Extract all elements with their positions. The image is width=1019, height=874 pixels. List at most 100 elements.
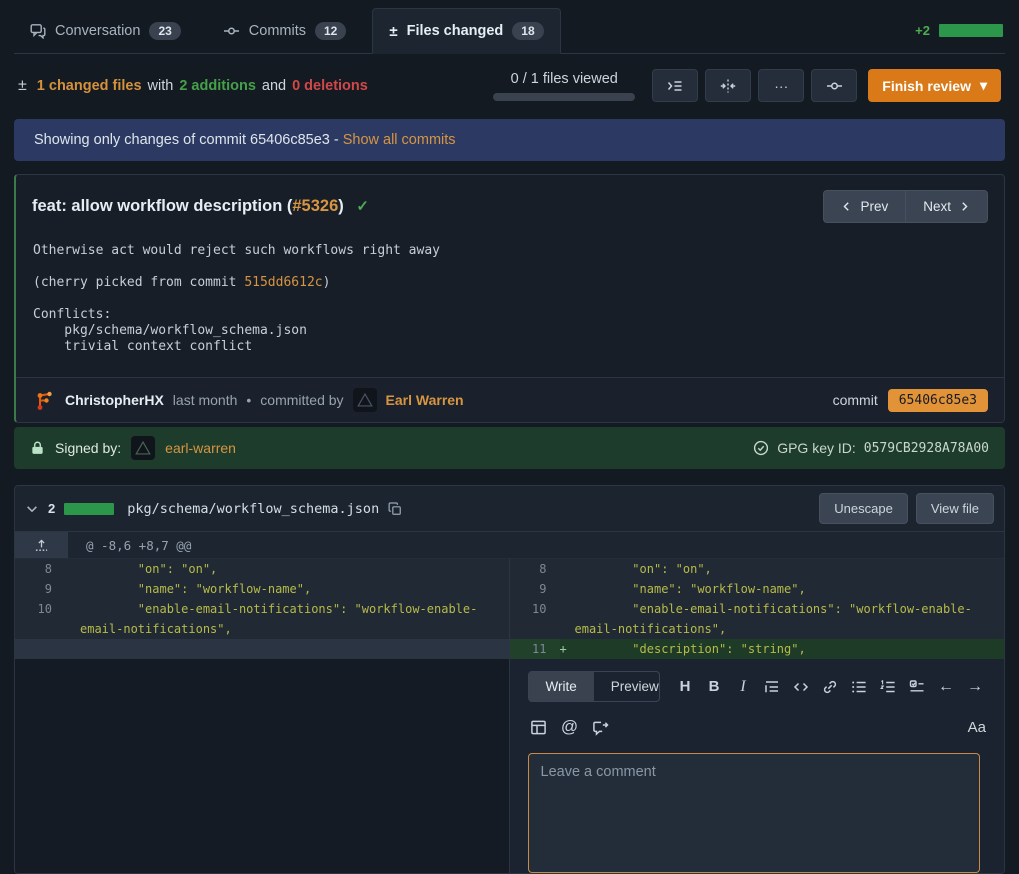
diff-cell-new: 10 "enable-email-notifications": "workfl… [510, 599, 1005, 639]
line-sign [65, 579, 80, 599]
finish-review-button[interactable]: Finish review ▾ [868, 69, 1001, 102]
verified-check-icon [753, 440, 769, 456]
diff-cell-old-empty [15, 639, 510, 659]
diff-toolbar: ± 1 changed files with 2 additions and 0… [14, 54, 1005, 119]
copy-path-icon[interactable] [388, 502, 402, 516]
hunk-header-text: @ -8,6 +8,7 @@ [68, 532, 191, 558]
chevron-down-icon[interactable] [25, 502, 39, 516]
signer-name-link[interactable]: earl-warren [165, 440, 236, 456]
diff-cell-old: 10 "enable-email-notifications": "workfl… [15, 599, 510, 639]
preview-tab[interactable]: Preview [594, 672, 660, 701]
unordered-list-icon[interactable] [848, 676, 870, 698]
diff-file-box: 2 pkg/schema/workflow_schema.json Unesca… [14, 485, 1005, 874]
committer-name[interactable]: Earl Warren [386, 392, 464, 408]
code-icon[interactable] [790, 676, 812, 698]
chevron-left-icon [841, 201, 852, 212]
font-toggle-icon[interactable]: Aa [968, 719, 986, 736]
line-number[interactable]: 10 [15, 599, 65, 639]
line-number[interactable]: 11 [510, 639, 560, 659]
signer-avatar[interactable] [131, 436, 155, 460]
ellipsis-icon: ··· [774, 78, 788, 94]
line-number[interactable]: 9 [510, 579, 560, 599]
tab-conversation[interactable]: Conversation 23 [14, 8, 197, 53]
summary-text: with [148, 78, 174, 94]
line-number[interactable]: 10 [510, 599, 560, 639]
unescape-button[interactable]: Unescape [819, 493, 908, 524]
diff-options-button[interactable]: ··· [758, 69, 804, 102]
commit-title: feat: allow workflow description (#5326)… [32, 197, 369, 216]
commit-card: feat: allow workflow description (#5326)… [14, 174, 1005, 423]
file-header-actions: Unescape View file [819, 493, 994, 524]
reference-icon[interactable] [590, 716, 612, 738]
next-commit-button[interactable]: Next [905, 190, 988, 223]
files-viewed-progress: 0 / 1 files viewed [493, 71, 635, 101]
code-line [80, 639, 509, 659]
view-file-button[interactable]: View file [916, 493, 994, 524]
code-line: "on": "on", [575, 559, 1005, 579]
task-list-icon[interactable] [906, 676, 928, 698]
quote-icon[interactable] [761, 676, 783, 698]
diff-icon: ± [18, 77, 27, 95]
changed-files-summary: ± 1 changed files with 2 additions and 0… [18, 77, 368, 95]
comment-editor: Write Preview H B I [510, 659, 1005, 873]
diff-hunk-header: @ -8,6 +8,7 @@ [15, 531, 1004, 559]
mention-icon[interactable]: @ [559, 716, 581, 738]
tab-commits[interactable]: Commits 12 [207, 8, 363, 53]
line-number[interactable]: 9 [15, 579, 65, 599]
diff-left-empty-cell [15, 659, 510, 873]
changed-files-link[interactable]: 1 changed files [37, 78, 142, 94]
cherry-pick-commit-link[interactable]: 515dd6612c [244, 275, 322, 290]
link-icon[interactable] [819, 676, 841, 698]
write-tab[interactable]: Write [529, 672, 594, 701]
tab-label: Conversation [55, 23, 140, 39]
write-preview-switch: Write Preview [528, 671, 661, 702]
bold-icon[interactable]: B [703, 676, 725, 698]
code-line: "enable-email-notifications": "workflow-… [575, 599, 1005, 639]
editor-toolbar: Write Preview H B I [528, 671, 987, 702]
file-tree-toggle-button[interactable] [652, 69, 698, 102]
diff-row: 10 "enable-email-notifications": "workfl… [15, 599, 1004, 639]
line-number[interactable]: 8 [510, 559, 560, 579]
commit-message-line: Otherwise act would reject such workflow… [33, 243, 988, 259]
gpg-key-group: GPG key ID: 0579CB2928A78A00 [753, 440, 989, 456]
diff-stat-bar [939, 24, 1003, 37]
additions-text: 2 additions [179, 78, 256, 94]
diff-toolbar-actions: 0 / 1 files viewed ··· [493, 69, 1001, 102]
diff-row-added: 11 + "description": "string", [15, 639, 1004, 659]
line-sign [65, 639, 80, 659]
tab-files-changed[interactable]: ± Files changed 18 [372, 8, 560, 54]
diff-cell-new: 9 "name": "workflow-name", [510, 579, 1005, 599]
files-viewed-bar [493, 93, 635, 101]
commit-title-text: ) [338, 197, 344, 215]
gpg-signed-row: Signed by: earl-warren GPG key ID: 0579C… [14, 427, 1005, 469]
arrow-right-icon[interactable]: → [964, 676, 986, 698]
line-number[interactable]: 8 [15, 559, 65, 579]
line-sign [560, 599, 575, 639]
caret-down-icon: ▾ [980, 77, 987, 94]
italic-icon[interactable]: I [732, 676, 754, 698]
commit-sha-badge[interactable]: 65406c85e3 [888, 389, 988, 412]
issue-link[interactable]: #5326 [292, 197, 338, 215]
commit-message-line: Conflicts: [33, 307, 988, 323]
commit-filter-banner: Showing only changes of commit 65406c85e… [14, 119, 1005, 161]
table-icon[interactable] [528, 716, 550, 738]
commit-pager: Prev Next [823, 190, 988, 223]
comment-input[interactable] [528, 753, 980, 873]
show-all-commits-link[interactable]: Show all commits [343, 132, 456, 148]
author-avatar[interactable] [32, 388, 56, 412]
commit-select-button[interactable] [811, 69, 857, 102]
ordered-list-icon[interactable] [877, 676, 899, 698]
code-line: "name": "workflow-name", [80, 579, 509, 599]
whitespace-toggle-button[interactable] [705, 69, 751, 102]
committer-avatar[interactable] [353, 388, 377, 412]
heading-icon[interactable]: H [674, 676, 696, 698]
commit-label: commit [833, 392, 878, 408]
commit-status-success-icon[interactable]: ✓ [356, 198, 369, 215]
author-name[interactable]: ChristopherHX [65, 392, 164, 408]
arrow-left-icon[interactable]: ← [935, 676, 957, 698]
editor-toolbar-row2: @ Aa [528, 716, 987, 738]
gpg-key-label: GPG key ID: [777, 440, 856, 456]
prev-commit-button[interactable]: Prev [823, 190, 905, 223]
expand-hunk-button[interactable] [15, 532, 68, 558]
finish-review-label: Finish review [882, 78, 971, 94]
